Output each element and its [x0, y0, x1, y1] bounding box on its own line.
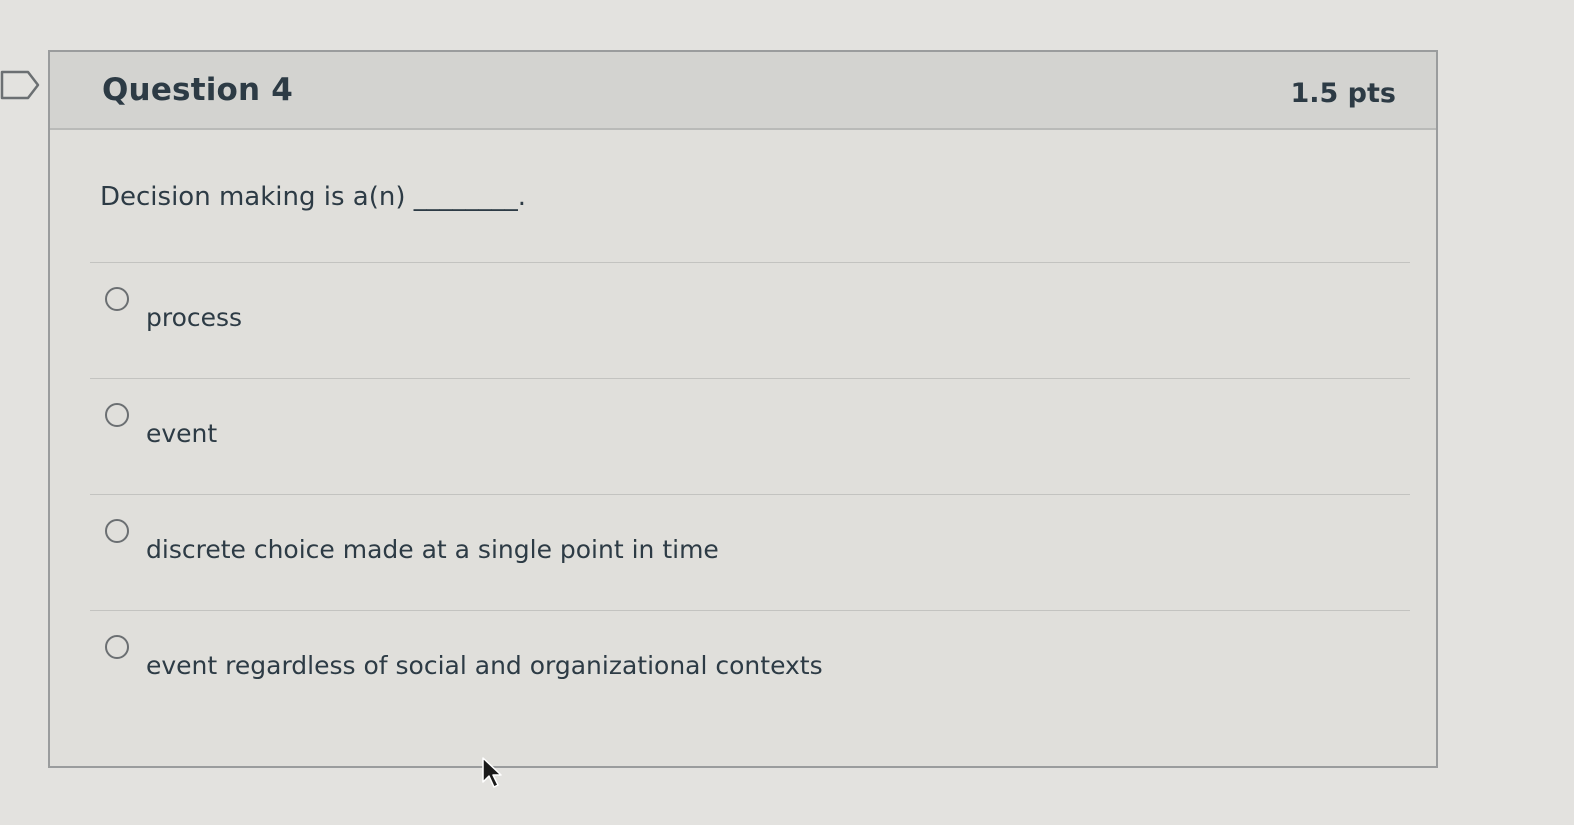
question-title: Question 4	[102, 72, 294, 108]
question-text: Decision making is a(n) ________.	[100, 182, 527, 212]
question-header: Question 4 1.5 pts	[50, 52, 1436, 130]
answer-label[interactable]: discrete choice made at a single point i…	[146, 535, 719, 564]
answer-label[interactable]: event	[146, 419, 217, 448]
answer-label[interactable]: event regardless of social and organizat…	[146, 651, 823, 680]
answer-option[interactable]: event	[90, 378, 1410, 494]
answer-radio[interactable]	[105, 403, 129, 427]
answer-radio[interactable]	[105, 519, 129, 543]
question-points: 1.5 pts	[1290, 77, 1396, 109]
question-card: Question 4 1.5 pts Decision making is a(…	[48, 50, 1438, 768]
answer-option[interactable]: process	[90, 262, 1410, 378]
mouse-pointer-icon	[482, 757, 502, 788]
bookmark-flag-icon[interactable]	[0, 68, 42, 102]
answer-list: process event discrete choice made at a …	[90, 262, 1410, 726]
answer-radio[interactable]	[105, 287, 129, 311]
answer-label[interactable]: process	[146, 303, 242, 332]
answer-option[interactable]: discrete choice made at a single point i…	[90, 494, 1410, 610]
answer-option[interactable]: event regardless of social and organizat…	[90, 610, 1410, 726]
answer-radio[interactable]	[105, 635, 129, 659]
